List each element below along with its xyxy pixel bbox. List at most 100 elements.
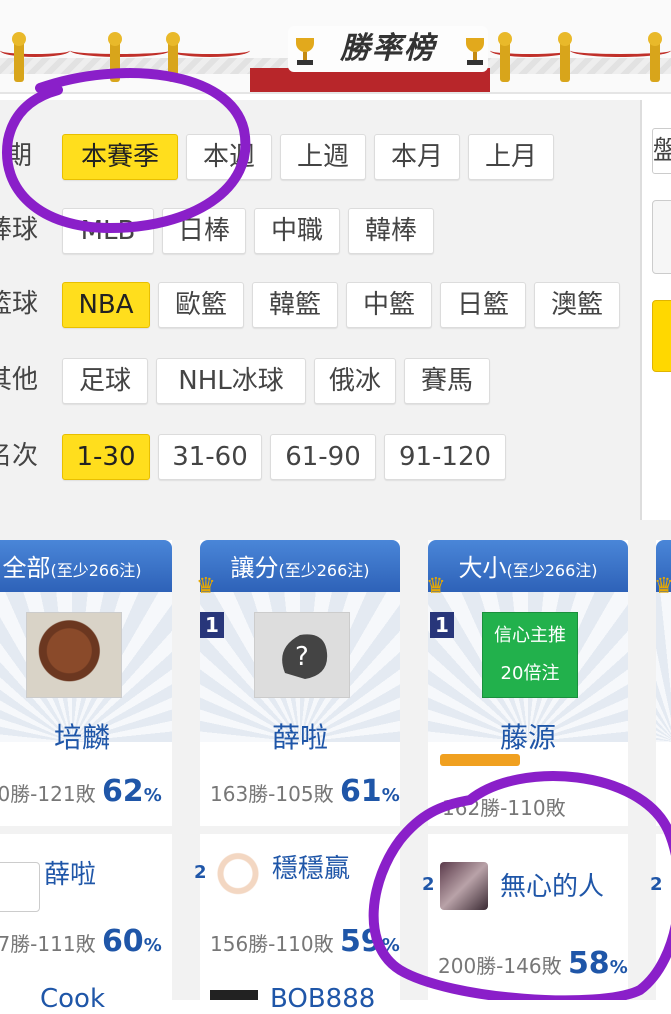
second-place-row[interactable]: 2 無心的人 200勝-146敗 58% <box>422 826 628 984</box>
promo-badge[interactable]: 信心主推 20倍注 <box>482 612 578 698</box>
leader-name[interactable]: 藤源 <box>428 716 628 756</box>
card-rays-bg <box>656 592 671 742</box>
crown-icon: ♛ <box>196 574 216 599</box>
badge-line: 信心主推 <box>494 625 566 646</box>
avatar-photo[interactable] <box>26 612 122 698</box>
card-minimum: (至少266注) <box>278 561 370 580</box>
avatar-photo <box>440 862 488 910</box>
card-header: 讓分(至少266注) <box>200 540 400 592</box>
third-name[interactable]: Cook <box>40 984 105 1014</box>
second-name[interactable]: 無心的人 <box>500 866 604 903</box>
period-last-month-button[interactable]: 上月 <box>468 134 554 180</box>
card-minimum: (至少266注) <box>50 561 142 580</box>
leaderboard-card-partial: ♛ 2 <box>650 540 671 1000</box>
rank-61-90-button[interactable]: 61-90 <box>270 434 376 480</box>
filter-row-rank: 名次 1-30 31-60 61-90 91-120 <box>0 434 640 480</box>
rank-number: 2 <box>194 862 207 883</box>
avatar <box>214 852 262 900</box>
crown-icon: ♛ <box>654 574 671 599</box>
period-this-week-button[interactable]: 本週 <box>186 134 272 180</box>
khl-button[interactable]: 俄冰 <box>314 358 396 404</box>
leader-name[interactable]: 培麟 <box>0 716 182 756</box>
rope <box>170 44 250 57</box>
card-header: 全部(至少266注) <box>0 540 172 592</box>
card-title: 全部 <box>2 554 51 582</box>
vip-tag <box>440 754 520 766</box>
avatar-placeholder-icon <box>0 862 40 912</box>
japan-basketball-button[interactable]: 日籃 <box>440 282 526 328</box>
euro-basketball-button[interactable]: 歐籃 <box>158 282 244 328</box>
npb-button[interactable]: 日棒 <box>162 208 246 254</box>
period-this-month-button[interactable]: 本月 <box>374 134 460 180</box>
second-name[interactable]: 穩穩贏 <box>272 848 350 885</box>
second-place-row[interactable]: 2 穩穩贏 156勝-110敗 59% <box>194 826 400 984</box>
third-name[interactable]: BOB888 <box>270 984 375 1014</box>
row-label: 棒球 <box>0 215 38 245</box>
badge-line: 20倍注 <box>500 663 560 684</box>
period-season-button[interactable]: 本賽季 <box>62 134 178 180</box>
right-stub-button[interactable]: 盤 <box>652 128 671 174</box>
mlb-button[interactable]: MLB <box>62 208 154 254</box>
second-place-row[interactable]: 2 <box>650 826 671 984</box>
rope <box>70 44 170 57</box>
rope-post <box>558 32 572 82</box>
title-plate: 勝率榜 <box>288 26 488 72</box>
rope-post <box>648 32 662 82</box>
second-record: 167勝-111敗 60% <box>0 924 162 959</box>
page-title: 勝率榜 <box>340 31 436 66</box>
china-basketball-button[interactable]: 中籃 <box>346 282 432 328</box>
soccer-button[interactable]: 足球 <box>62 358 148 404</box>
row-label: 其他 <box>0 365 38 395</box>
rank-number: 2 <box>650 874 663 895</box>
card-minimum: (至少266注) <box>506 561 598 580</box>
second-record: 156勝-110敗 59% <box>210 924 400 959</box>
rank-number: 2 <box>422 874 435 895</box>
row-label: 名次 <box>0 441 38 471</box>
right-stub-input[interactable] <box>652 200 671 274</box>
rope-post <box>108 32 122 82</box>
leaderboard-card-all: 全部(至少266注) 培麟 200勝-121敗 62% 薛啦 167勝-111敗… <box>0 540 172 1000</box>
second-record: 200勝-146敗 58% <box>438 946 628 981</box>
australia-basketball-button[interactable]: 澳籃 <box>534 282 620 328</box>
filter-row-period: 期 本賽季 本週 上週 本月 上月 <box>0 134 640 180</box>
rope-post <box>12 32 26 82</box>
nhl-button[interactable]: NHL冰球 <box>156 358 306 404</box>
nba-button[interactable]: NBA <box>62 282 150 328</box>
right-stub-action[interactable] <box>652 300 671 372</box>
svg-text:?: ? <box>295 642 309 672</box>
trophy-icon <box>462 38 488 66</box>
filter-row-basketball: 籃球 NBA 歐籃 韓籃 中籃 日籃 澳籃 <box>0 282 640 328</box>
leader-name[interactable]: 薛啦 <box>200 716 400 756</box>
second-place-row[interactable]: 薛啦 167勝-111敗 60% <box>0 826 172 984</box>
avatar-placeholder-icon[interactable]: ? <box>254 612 350 698</box>
cpbl-button[interactable]: 中職 <box>254 208 340 254</box>
rope-post <box>498 32 512 82</box>
page-banner: 勝率榜 <box>0 0 671 94</box>
leaderboard-card-spread: 讓分(至少266注) ♛ 1 ? 薛啦 163勝-105敗 61% 2 穩穩贏 … <box>194 540 400 1000</box>
filter-panel: 期 本賽季 本週 上週 本月 上月 棒球 MLB 日棒 中職 韓棒 籃球 NBA… <box>0 100 640 520</box>
korea-basketball-button[interactable]: 韓籃 <box>252 282 338 328</box>
card-header: 大小(至少266注) <box>428 540 628 592</box>
leader-record: 163勝-105敗 61% <box>210 774 400 809</box>
horse-racing-button[interactable]: 賽馬 <box>404 358 490 404</box>
rope <box>0 44 70 57</box>
rank-1-30-button[interactable]: 1-30 <box>62 434 150 480</box>
row-label: 期 <box>6 141 33 171</box>
rank-31-60-button[interactable]: 31-60 <box>158 434 262 480</box>
rope-post <box>166 32 180 82</box>
period-last-week-button[interactable]: 上週 <box>280 134 366 180</box>
leader-record: 200勝-121敗 62% <box>0 774 162 809</box>
rank-91-120-button[interactable]: 91-120 <box>384 434 506 480</box>
row-label: 籃球 <box>0 289 38 319</box>
card-title: 大小 <box>458 554 507 582</box>
rank-badge: 1 <box>200 612 224 638</box>
filter-row-baseball: 棒球 MLB 日棒 中職 韓棒 <box>0 208 640 254</box>
leader-record: 162勝-110敗 <box>442 796 566 820</box>
second-name[interactable]: 薛啦 <box>44 854 96 891</box>
avatar <box>210 990 258 1000</box>
rank-badge: 1 <box>430 612 454 638</box>
leaderboard-card-over-under: 大小(至少266注) ♛ 1 信心主推 20倍注 藤源 162勝-110敗 2 … <box>422 540 628 1000</box>
crown-icon: ♛ <box>426 574 446 599</box>
kbo-button[interactable]: 韓棒 <box>348 208 434 254</box>
trophy-icon <box>292 38 318 66</box>
